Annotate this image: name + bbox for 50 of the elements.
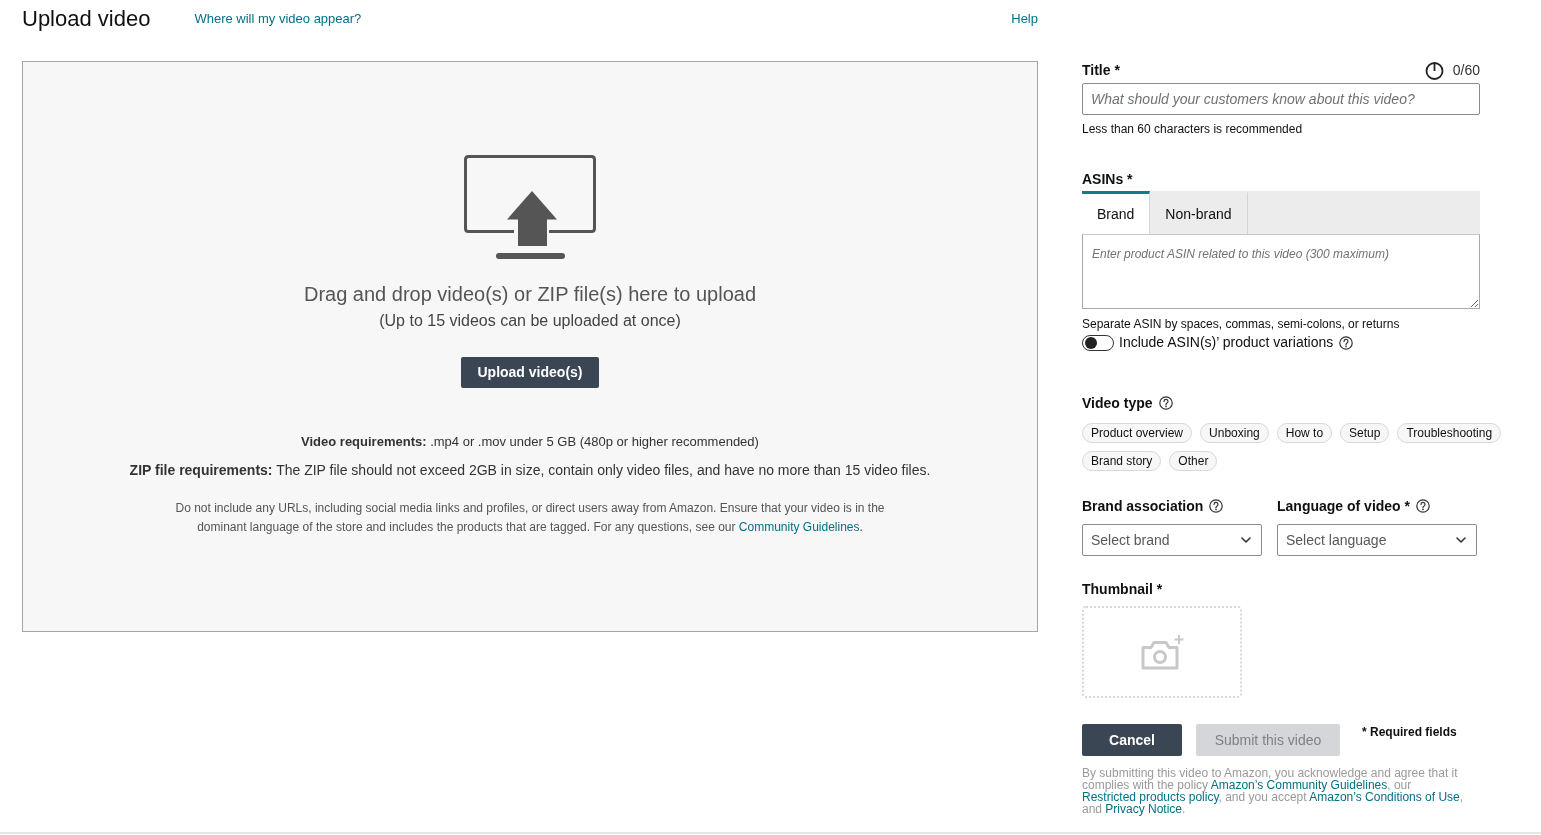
asins-label: ASINs * — [1082, 170, 1134, 188]
title-input[interactable]: What should your customers know about this video? — [1082, 83, 1480, 115]
video-type-chip[interactable]: Unboxing — [1200, 423, 1269, 443]
policy-link[interactable]: Restricted products policy — [1082, 790, 1219, 804]
language-select[interactable]: Select language — [1277, 524, 1477, 556]
camera-plus-icon — [1140, 634, 1184, 670]
asin-textarea[interactable]: Enter product ASIN related to this video (300 maximum) — [1082, 234, 1480, 309]
requirements-text: ZIP file requirements: The ZIP file should not exceed 2GB in size, contain only video files, and have no more than 15 video files. — [129, 462, 931, 478]
title-hint: Less than 60 characters is recommended — [1082, 122, 1304, 136]
upload-button[interactable]: Upload video(s) — [461, 357, 599, 388]
chevron-down-icon — [1240, 534, 1252, 546]
video-type-chip[interactable]: Brand story — [1082, 451, 1162, 471]
variations-label: Include ASIN(s)’ product variations — [1119, 334, 1334, 351]
video-type-chip[interactable]: Setup — [1340, 423, 1390, 443]
variations-toggle[interactable] — [1082, 334, 1114, 351]
video-type-chip[interactable]: Product overview — [1082, 423, 1193, 443]
help-link[interactable]: Help — [1011, 11, 1038, 27]
thumbnail-label: Thumbnail * — [1082, 580, 1164, 598]
dial-icon — [1424, 60, 1444, 80]
character-counter: 0/60 — [1452, 61, 1480, 79]
language-label: Language of video * — [1277, 497, 1410, 515]
chevron-down-icon — [1455, 534, 1467, 546]
video-type-label: Video type — [1082, 394, 1153, 412]
policy-link[interactable]: Privacy Notice — [1105, 802, 1183, 816]
upload-dropzone[interactable] — [22, 61, 1038, 632]
monitor-upload-icon — [464, 155, 596, 259]
requirements-text: Video requirements: .mp4 or .mov under 5 GB (480p or higher recommended) — [301, 434, 759, 450]
thumbnail-upload-area[interactable] — [1082, 606, 1242, 698]
brand-select[interactable]: Select brand — [1082, 524, 1262, 556]
notice-text: Do not include any URLs, including social media links and profiles, or direct users away from Amazon. Ensure that your video is in the dominant language of the store and includes the products that are tagged. For any questions, see our Community Guidelines. — [174, 500, 886, 536]
video-type-chip[interactable]: Other — [1169, 451, 1218, 471]
dropzone-headline: Drag and drop video(s) or ZIP file(s) here to upload — [303, 282, 757, 306]
where-video-appears-link[interactable]: Where will my video appear? — [194, 11, 362, 27]
asin-hint: Separate ASIN by spaces, commas, semi-colons, or returns — [1082, 317, 1401, 331]
brand-association-label: Brand association — [1082, 497, 1204, 515]
video-type-chip[interactable]: Troubleshooting — [1397, 423, 1502, 443]
required-fields-note: * Required fields — [1362, 725, 1457, 739]
policy-link[interactable]: Amazon’s Conditions of Use — [1309, 790, 1460, 804]
help-icon — [1209, 499, 1224, 513]
help-icon — [1416, 499, 1430, 513]
video-type-chip[interactable]: How to — [1276, 423, 1333, 443]
asin-tab[interactable]: Brand — [1082, 191, 1151, 234]
community-guidelines-link[interactable]: Community Guidelines — [738, 520, 860, 534]
help-icon — [1339, 335, 1354, 350]
dropzone-subtext: (Up to 15 videos can be uploaded at once) — [379, 311, 681, 331]
page-title: Upload video — [22, 6, 151, 32]
legal-text: By submitting this video to Amazon, you acknowledge and agree that it complies with the policy Amazon’s Community Guidelines, our Restricted products policy, and you accept Amazon’s Conditions of Use, and Privacy Notice. — [1082, 767, 1465, 815]
help-icon — [1158, 396, 1173, 410]
title-label: Title * — [1082, 61, 1120, 79]
cancel-button[interactable]: Cancel — [1082, 724, 1182, 756]
